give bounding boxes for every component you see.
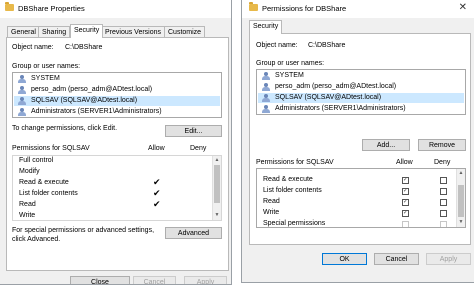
user-name: SQLSAV (SQLSAV@ADtest.local) <box>275 94 382 101</box>
list-item[interactable]: perso_adm (perso_adm@ADtest.local) <box>258 82 464 92</box>
user-name: perso_adm (perso_adm@ADtest.local) <box>31 86 153 93</box>
deny-checkbox-disabled <box>440 221 447 227</box>
deny-checkbox[interactable] <box>440 188 447 195</box>
permissions-list: Full control Modify Read & execute ✔ Lis… <box>12 155 222 221</box>
checkmark-icon: ✔ <box>153 177 161 187</box>
permission-label: List folder contents <box>19 190 78 197</box>
add-button[interactable]: Add... <box>362 139 410 151</box>
user-name: SYSTEM <box>31 75 60 82</box>
scroll-down-icon[interactable]: ▼ <box>213 212 221 218</box>
allow-header: Allow <box>148 145 165 152</box>
allow-checkbox[interactable]: ✓ <box>402 210 409 217</box>
special-permissions-text: For special permissions or advanced sett… <box>12 227 155 234</box>
list-item[interactable]: perso_adm (perso_adm@ADtest.local) <box>14 85 220 95</box>
group-label: Group or user names: <box>12 63 81 70</box>
user-list[interactable]: SYSTEM perso_adm (perso_adm@ADtest.local… <box>256 69 466 115</box>
deny-checkbox[interactable] <box>440 177 447 184</box>
security-panel: Object name: C:\DBShare Group or user na… <box>6 37 229 271</box>
folder-icon <box>5 2 14 11</box>
object-name-label: Object name: <box>12 44 54 51</box>
allow-checkbox-disabled <box>402 221 409 227</box>
scroll-thumb[interactable] <box>214 165 220 203</box>
checkmark-icon: ✔ <box>153 199 161 209</box>
permissions-title: Permissions for DBShare <box>262 4 347 13</box>
user-icon <box>262 94 270 102</box>
permission-label: Read <box>19 201 36 208</box>
security-panel: Object name: C:\DBShare Group or user na… <box>249 33 471 245</box>
user-group-icon <box>18 108 26 116</box>
permission-label: Read & execute <box>263 176 313 183</box>
list-item[interactable]: SYSTEM <box>14 74 220 84</box>
user-name: SYSTEM <box>275 72 304 79</box>
user-group-icon <box>262 105 270 113</box>
allow-checkbox[interactable]: ✓ <box>402 188 409 195</box>
remove-button[interactable]: Remove <box>418 139 466 151</box>
change-permissions-hint: To change permissions, click Edit. <box>12 125 118 132</box>
scroll-up-icon[interactable]: ▲ <box>213 157 221 163</box>
allow-checkbox[interactable]: ✓ <box>402 177 409 184</box>
properties-titlebar: DBShare Properties <box>0 0 231 18</box>
tab-security[interactable]: Security <box>249 20 283 34</box>
list-item[interactable]: SYSTEM <box>258 71 464 81</box>
object-name-label: Object name: <box>256 42 298 49</box>
object-name-value: C:\DBShare <box>308 42 346 49</box>
user-name: perso_adm (perso_adm@ADtest.local) <box>275 83 397 90</box>
advanced-button[interactable]: Advanced <box>165 227 222 239</box>
permission-label: Special permissions <box>263 220 326 227</box>
list-item-selected[interactable]: SQLSAV (SQLSAV@ADtest.local) <box>258 93 464 103</box>
close-button[interactable]: Close <box>70 276 130 284</box>
permission-label: Write <box>19 212 36 219</box>
permission-label: Read & execute <box>19 179 69 186</box>
permissions-scrollbar[interactable]: ▲ ▼ <box>456 169 465 227</box>
permission-label: Write <box>263 209 280 216</box>
user-icon <box>18 97 26 105</box>
permissions-titlebar: Permissions for DBShare ✕ <box>242 0 474 18</box>
properties-title: DBShare Properties <box>18 4 85 13</box>
deny-checkbox[interactable] <box>440 210 447 217</box>
permission-label: Full control <box>19 157 54 164</box>
permission-label: List folder contents <box>263 187 322 194</box>
user-group-icon <box>262 72 270 80</box>
user-group-icon <box>18 75 26 83</box>
user-icon <box>18 86 26 94</box>
scroll-thumb[interactable] <box>458 185 464 217</box>
tab-security[interactable]: Security <box>70 24 104 38</box>
permissions-scrollbar[interactable]: ▲ ▼ <box>212 156 221 220</box>
permissions-dialog: Permissions for DBShare ✕ Security Objec… <box>241 0 474 283</box>
allow-header: Allow <box>396 159 413 166</box>
user-name: Administrators (SERVER1\Administrators) <box>31 108 162 115</box>
user-icon <box>262 83 270 91</box>
deny-checkbox[interactable] <box>440 199 447 206</box>
close-icon[interactable]: ✕ <box>459 2 467 13</box>
permission-label: Modify <box>19 168 40 175</box>
cancel-button[interactable]: Cancel <box>374 253 419 265</box>
cancel-button[interactable]: Cancel <box>133 276 176 284</box>
object-name-value: C:\DBShare <box>65 44 103 51</box>
permission-label: Read <box>263 198 280 205</box>
permissions-header: Permissions for SQLSAV <box>12 145 90 152</box>
list-item-selected[interactable]: SQLSAV (SQLSAV@ADtest.local) <box>14 96 220 106</box>
special-permissions-text-2: click Advanced. <box>12 236 61 243</box>
permissions-header: Permissions for SQLSAV <box>256 159 334 166</box>
checkmark-icon: ✔ <box>153 188 161 198</box>
scroll-up-icon[interactable]: ▲ <box>457 170 465 176</box>
folder-icon <box>249 2 258 11</box>
properties-dialog: DBShare Properties General Sharing Secur… <box>0 0 232 285</box>
scroll-down-icon[interactable]: ▼ <box>457 219 465 225</box>
user-list[interactable]: SYSTEM perso_adm (perso_adm@ADtest.local… <box>12 72 222 118</box>
user-name: SQLSAV (SQLSAV@ADtest.local) <box>31 97 138 104</box>
user-name: Administrators (SERVER1\Administrators) <box>275 105 406 112</box>
list-item[interactable]: Administrators (SERVER1\Administrators) <box>258 104 464 114</box>
apply-button[interactable]: Apply <box>184 276 227 284</box>
edit-button[interactable]: Edit... <box>165 125 222 137</box>
allow-checkbox[interactable]: ✓ <box>402 199 409 206</box>
deny-header: Deny <box>434 159 451 166</box>
apply-button[interactable]: Apply <box>426 253 471 265</box>
deny-header: Deny <box>190 145 207 152</box>
permissions-list: Read & execute ✓ List folder contents ✓ … <box>256 168 466 228</box>
list-item[interactable]: Administrators (SERVER1\Administrators) <box>14 107 220 117</box>
ok-button[interactable]: OK <box>322 253 367 265</box>
group-label: Group or user names: <box>256 60 325 67</box>
